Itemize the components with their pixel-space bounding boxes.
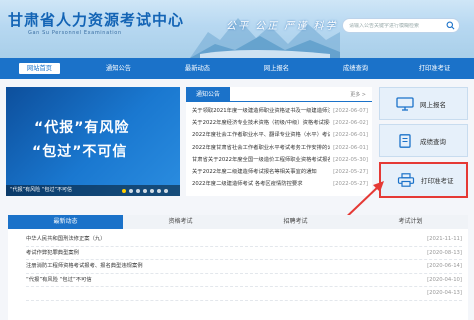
banner-line-2: “包过”不可信: [32, 144, 128, 160]
list-item[interactable]: 考试作弊犯罪典型案例 [2020-08-13]: [26, 247, 462, 260]
printer-icon: [397, 173, 415, 187]
main-nav: 网站首页 通知公告 最新动态 网上报名 成绩查询 打印准考证: [0, 58, 474, 79]
tab-recruitment-exam[interactable]: 招聘考试: [238, 215, 353, 229]
slide-dot[interactable]: [150, 189, 154, 193]
register-label: 网上报名: [420, 100, 446, 109]
search-icon[interactable]: [446, 21, 455, 30]
document-icon: [399, 133, 411, 148]
list-item[interactable]: “代报”有风险 “包过”不可信 [2020-04-10]: [26, 274, 462, 287]
print-admission-ticket-label: 打印准考证: [421, 177, 454, 185]
slide-dots: [122, 189, 168, 193]
list-item[interactable]: 注册消防工程师资格考试报考、报名典型违规案例 [2020-06-14]: [26, 260, 462, 274]
tab-qualification-exam[interactable]: 资格考试: [123, 215, 238, 229]
news-list: 中华人民共和国刑法修正案（九） [2021-11-11] 考试作弊犯罪典型案例 [2…: [8, 229, 468, 320]
nav-notices[interactable]: 通知公告: [79, 58, 158, 79]
tab-latest[interactable]: 最新动态: [8, 215, 123, 229]
print-admission-ticket-button[interactable]: 打印准考证: [379, 162, 468, 198]
nav-print-ticket[interactable]: 打印准考证: [395, 58, 474, 79]
nav-register[interactable]: 网上报名: [237, 58, 316, 79]
nav-home[interactable]: 网站首页: [0, 58, 79, 79]
slide-dot[interactable]: [157, 189, 161, 193]
register-button[interactable]: 网上报名: [379, 87, 468, 120]
notice-header: 通知公告 更多 >: [186, 87, 372, 102]
search-input[interactable]: [349, 22, 446, 29]
list-item[interactable]: 甘肃省关于2022年度全国一级造价工程师职业资格考试报名工作的通知[2022-0…: [192, 154, 368, 166]
slide-dot[interactable]: [136, 189, 140, 193]
nav-scores[interactable]: 成绩查询: [316, 58, 395, 79]
monitor-icon: [396, 96, 414, 111]
slide-dot[interactable]: [143, 189, 147, 193]
site-title: 甘肃省人力资源考试中心: [8, 11, 185, 29]
tab-exam-plan[interactable]: 考试计划: [353, 215, 468, 229]
site-slogan: 公平 公正 严谨 科学: [226, 21, 338, 32]
slide-dot[interactable]: [129, 189, 133, 193]
slide-dot[interactable]: [164, 189, 168, 193]
banner-slideshow[interactable]: “代报”有风险 “包过”不可信 “代报”有风险 “包过”不可信: [6, 87, 180, 196]
list-item[interactable]: 2022年度甘肃省社会工作者职业水平考试考务工作安排的公告 [2022-06-01…: [192, 142, 368, 154]
list-item[interactable]: 关于领取2021年度一级建造师职业资格证书及一级建造师注册人员...[2022-…: [192, 105, 368, 117]
search-box: [342, 18, 460, 33]
list-item[interactable]: [2020-04-13]: [26, 287, 462, 301]
slide-dot[interactable]: [122, 189, 126, 193]
nav-news[interactable]: 最新动态: [158, 58, 237, 79]
site-header: 甘肃省人力资源考试中心 Gan Su Personnel Examination…: [0, 0, 474, 58]
banner-line-1: “代报”有风险: [34, 120, 130, 136]
site-subtitle: Gan Su Personnel Examination: [28, 30, 122, 36]
score-query-label: 成绩查询: [420, 137, 446, 146]
list-item[interactable]: 2022年度社会工作者职业水平、翻译专业资格（水平）考试报名工作...[2022…: [192, 129, 368, 141]
notice-more-link[interactable]: 更多 >: [350, 91, 366, 98]
notice-tab[interactable]: 通知公告: [186, 87, 230, 102]
score-query-button[interactable]: 成绩查询: [379, 124, 468, 157]
news-tabs: 最新动态 资格考试 招聘考试 考试计划: [8, 215, 468, 229]
list-item[interactable]: 中华人民共和国刑法修正案（九） [2021-11-11]: [26, 233, 462, 247]
list-item[interactable]: 关于2022年度经济专业技术资格（初级/中级）资格考试报名有关事项的通知[202…: [192, 117, 368, 129]
